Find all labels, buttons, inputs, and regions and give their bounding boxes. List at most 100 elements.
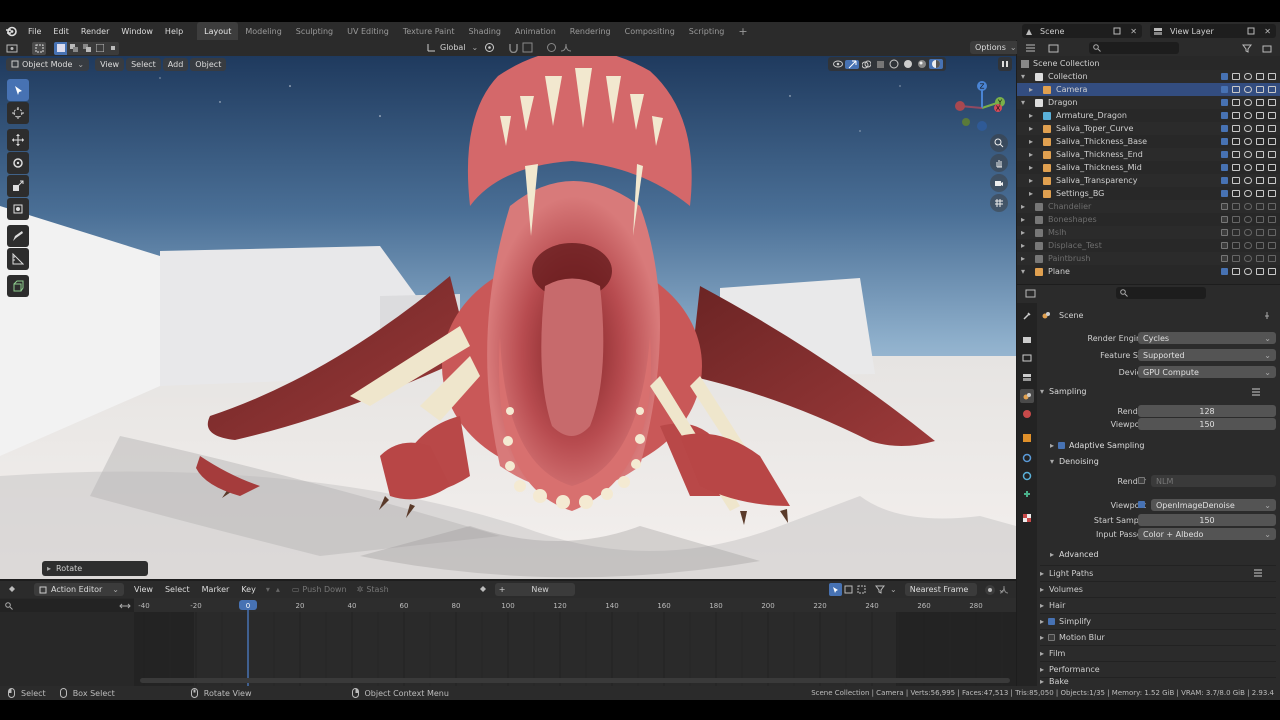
monitor-icon[interactable] xyxy=(1256,112,1264,119)
select-toggle-icon[interactable] xyxy=(1232,151,1240,158)
outliner-row[interactable]: ▸ Mslh xyxy=(1017,226,1280,239)
stash-button[interactable]: ✲ Stash xyxy=(357,585,389,594)
exclude-checkbox[interactable] xyxy=(1221,229,1228,236)
eye-icon[interactable] xyxy=(1244,229,1252,236)
adaptive-sampling-header[interactable]: ▸ Adaptive Sampling xyxy=(1050,441,1144,450)
expand-toggle-icon[interactable]: ▾ xyxy=(1021,98,1031,107)
eye-icon[interactable] xyxy=(1244,125,1252,132)
select-toggle-icon[interactable] xyxy=(1232,203,1240,210)
exclude-checkbox[interactable] xyxy=(1221,216,1228,223)
eye-icon[interactable] xyxy=(1244,190,1252,197)
constraints-tab-icon[interactable] xyxy=(1022,489,1032,499)
overlays-icon[interactable] xyxy=(859,60,873,69)
outliner-row[interactable]: ▸ Chandelier xyxy=(1017,200,1280,213)
tool-move[interactable] xyxy=(7,129,29,151)
visibility-icon[interactable] xyxy=(831,60,845,68)
motion-blur-checkbox[interactable] xyxy=(1048,633,1056,641)
list-icon[interactable] xyxy=(1251,388,1261,396)
monitor-icon[interactable] xyxy=(1256,99,1264,106)
outliner-row[interactable]: ▸ Saliva_Thickness_Mid xyxy=(1017,161,1280,174)
object-tab-icon[interactable] xyxy=(1022,433,1032,443)
denoise-render-checkbox[interactable] xyxy=(1138,477,1145,484)
tool-transform[interactable] xyxy=(7,198,29,220)
transform-orientation[interactable]: Global ⌄ xyxy=(425,41,478,54)
exclude-checkbox[interactable] xyxy=(1221,268,1228,275)
section-performance[interactable]: ▸ Performance xyxy=(1040,661,1276,675)
adaptive-sampling-checkbox[interactable] xyxy=(1058,442,1066,449)
tool-add-cube[interactable] xyxy=(7,275,29,297)
feature-set-dropdown[interactable]: Supported ⌄ xyxy=(1138,349,1276,361)
camera-render-icon[interactable] xyxy=(1268,203,1276,210)
viewport-menu-add[interactable]: Add xyxy=(162,57,189,71)
expand-toggle-icon[interactable]: ▸ xyxy=(1029,176,1039,185)
tool-measure[interactable] xyxy=(7,248,29,270)
add-workspace-button[interactable]: + xyxy=(731,22,754,40)
exclude-checkbox[interactable] xyxy=(1221,138,1228,145)
pivot-icon[interactable] xyxy=(484,42,495,53)
exclude-checkbox[interactable] xyxy=(1221,177,1228,184)
select-invert-icon[interactable] xyxy=(93,41,106,55)
exclude-checkbox[interactable] xyxy=(1221,203,1228,210)
pause-render-icon[interactable] xyxy=(998,57,1012,71)
menu-edit[interactable]: Edit xyxy=(47,27,75,36)
outliner-row[interactable]: ▸ Saliva_Thickness_Base xyxy=(1017,135,1280,148)
denoise-viewport-checkbox[interactable] xyxy=(1138,501,1145,508)
timeline-menu-select[interactable]: Select xyxy=(159,585,196,594)
list-icon[interactable] xyxy=(1253,569,1263,577)
proportional-icon[interactable] xyxy=(984,584,995,595)
gizmo-toggle-icon[interactable] xyxy=(845,59,859,69)
outliner-row[interactable]: ▸ Saliva_Toper_Curve xyxy=(1017,122,1280,135)
exclude-checkbox[interactable] xyxy=(1221,190,1228,197)
scene-selector[interactable]: Scene ✕ xyxy=(1022,24,1142,38)
swap-icon[interactable] xyxy=(119,602,131,610)
tool-tab-icon[interactable] xyxy=(1022,311,1032,321)
expand-toggle-icon[interactable]: ▸ xyxy=(1021,202,1031,211)
input-passes-dropdown[interactable]: Color + Albedo ⌄ xyxy=(1138,528,1276,540)
close-icon[interactable]: ✕ xyxy=(1130,27,1137,36)
start-sample-field[interactable]: 150 xyxy=(1138,514,1276,526)
monitor-icon[interactable] xyxy=(1256,229,1264,236)
tab-uv-editing[interactable]: UV Editing xyxy=(340,22,396,40)
camera-render-icon[interactable] xyxy=(1268,177,1276,184)
show-errors-icon[interactable] xyxy=(855,585,868,594)
timeline-search[interactable] xyxy=(0,599,134,612)
pin-icon[interactable] xyxy=(1263,311,1271,319)
monitor-icon[interactable] xyxy=(1256,203,1264,210)
sampling-panel-header[interactable]: ▾ Sampling xyxy=(1040,387,1086,396)
monitor-icon[interactable] xyxy=(1256,164,1264,171)
expand-toggle-icon[interactable]: ▸ xyxy=(1029,111,1039,120)
outliner-row[interactable]: ▾ Dragon xyxy=(1017,96,1280,109)
exclude-checkbox[interactable] xyxy=(1221,164,1228,171)
outliner-row[interactable]: ▸ Paintbrush xyxy=(1017,252,1280,265)
simplify-checkbox[interactable] xyxy=(1048,617,1056,625)
exclude-checkbox[interactable] xyxy=(1221,112,1228,119)
expand-toggle-icon[interactable]: ▸ xyxy=(1021,254,1031,263)
select-toggle-icon[interactable] xyxy=(1232,268,1240,275)
exclude-checkbox[interactable] xyxy=(1221,255,1228,262)
expand-toggle-icon[interactable]: ▸ xyxy=(1021,241,1031,250)
push-down-button[interactable]: ▭ Push Down xyxy=(292,585,347,594)
physics-tab-icon[interactable] xyxy=(1022,471,1032,481)
editor-mode-dropdown[interactable]: Action Editor ⌄ xyxy=(34,583,124,596)
select-toggle-icon[interactable] xyxy=(1232,177,1240,184)
select-new-icon[interactable] xyxy=(54,41,67,55)
viewport-samples-field[interactable]: 150 xyxy=(1138,418,1276,430)
expand-toggle-icon[interactable]: ▸ xyxy=(1029,85,1039,94)
outliner-row[interactable]: ▸ Camera xyxy=(1017,83,1280,96)
select-toggle-icon[interactable] xyxy=(1232,112,1240,119)
select-intersect-icon[interactable] xyxy=(106,41,119,55)
tab-rendering[interactable]: Rendering xyxy=(563,22,618,40)
exclude-checkbox[interactable] xyxy=(1221,99,1228,106)
move-down-icon[interactable]: ▴ xyxy=(276,585,280,594)
outliner-root-row[interactable]: Scene Collection xyxy=(1017,57,1280,70)
view-layer-tab-icon[interactable] xyxy=(1022,373,1032,383)
outliner-row[interactable]: ▸ Settings_BG xyxy=(1017,187,1280,200)
camera-render-icon[interactable] xyxy=(1268,229,1276,236)
modifier-tab-icon[interactable] xyxy=(1022,453,1032,463)
monitor-icon[interactable] xyxy=(1256,255,1264,262)
viewport-menu-view[interactable]: View xyxy=(95,57,125,71)
device-dropdown[interactable]: GPU Compute ⌄ xyxy=(1138,366,1276,378)
monitor-icon[interactable] xyxy=(1256,268,1264,275)
section-simplify[interactable]: ▸ Simplify xyxy=(1040,613,1276,627)
close-icon[interactable]: ✕ xyxy=(1264,27,1271,36)
